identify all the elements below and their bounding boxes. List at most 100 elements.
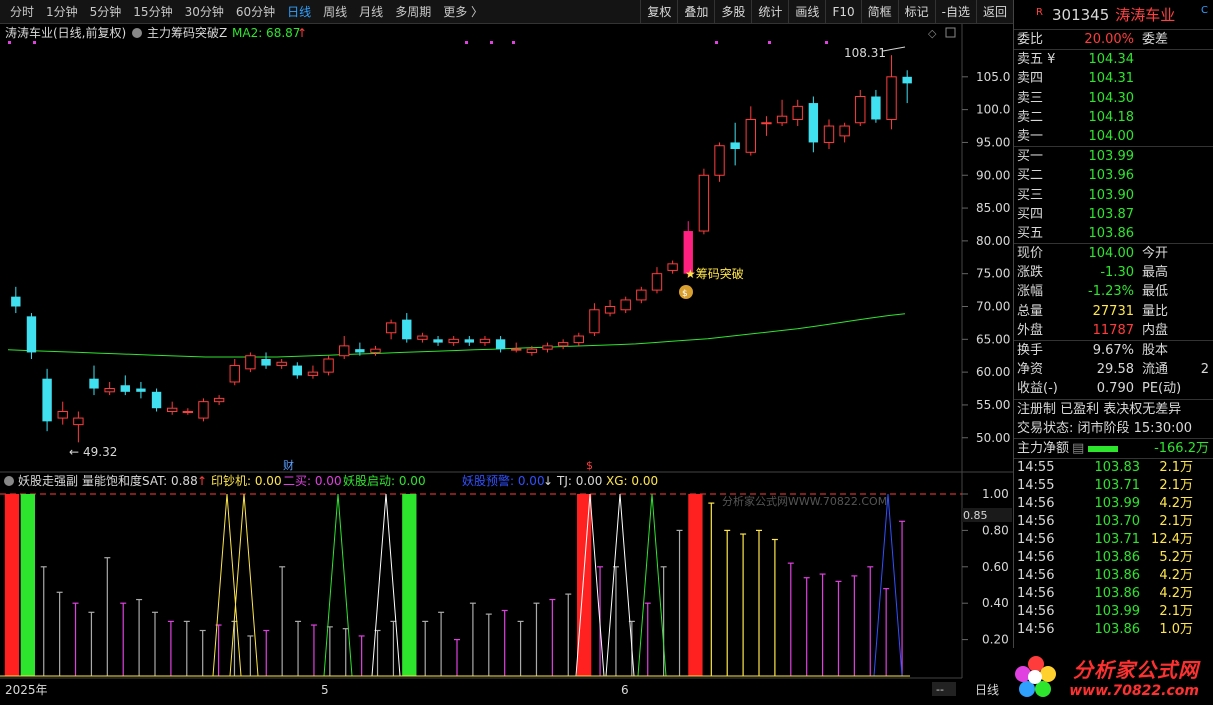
indicator-menu-icon[interactable] (132, 28, 142, 38)
current-value: 0.85 (963, 509, 988, 522)
flower-logo-icon (1015, 656, 1056, 697)
sell-row-2[interactable]: 卖三 104.30 (1014, 89, 1213, 108)
toolbar-button-1[interactable]: 叠加 (677, 0, 714, 23)
stat2-value-2: 2 (1200, 362, 1209, 378)
sell-label: 卖二 (1017, 109, 1044, 125)
period-tab-0[interactable]: 分时 (4, 0, 40, 24)
trade-status: 交易状态: 闭市阶段 15:30:00 (1017, 420, 1193, 436)
toolbar-button-0[interactable]: 复权 (640, 0, 677, 23)
period-tab-10[interactable]: 更多 〉 (437, 0, 489, 24)
period-tab-8[interactable]: 月线 (353, 0, 389, 24)
sub-indicator-menu-icon[interactable] (4, 476, 14, 486)
trade-volume: 4.2万 (1159, 586, 1193, 602)
low-arrow-icon: ← (69, 445, 79, 459)
candle (339, 336, 350, 359)
sub-y-label-1: 0.80 (982, 523, 1009, 537)
diamond-icon[interactable]: ◇ (928, 27, 937, 40)
candle (292, 362, 302, 379)
period-tab-4[interactable]: 30分钟 (179, 0, 230, 24)
candle (886, 55, 897, 130)
stat2-value-2 (1181, 379, 1213, 398)
fin-marker[interactable]: 财 (283, 458, 294, 472)
y-label-7: 70.00 (976, 300, 1010, 314)
candle (839, 122, 850, 143)
buy-row-1[interactable]: 买二 103.96 (1014, 166, 1213, 185)
toolbar-button-6[interactable]: 简框 (860, 0, 898, 23)
sub-y-label-3: 0.40 (982, 596, 1009, 610)
chart-area[interactable]: 涛涛车业(日线,前复权) 主力筹码突破Z MA2: 68.87 ↑ 105.0 1… (0, 24, 1013, 705)
trade-list[interactable]: 14:55 103.83 2.1万 14:55 103.71 2.1万 14:56 103.9… (1014, 459, 1213, 639)
stat-label: 涨跌 (1017, 265, 1044, 281)
period-tab-6[interactable]: 日线 (281, 0, 317, 24)
y-label-4: 85.00 (976, 201, 1010, 215)
y-label-6: 75.00 (976, 267, 1010, 281)
sell-row-1[interactable]: 卖四 104.31 (1014, 69, 1213, 88)
trade-price: 103.86 (1094, 568, 1141, 584)
candle (902, 70, 912, 104)
candle (26, 313, 37, 359)
period-tab-5[interactable]: 60分钟 (230, 0, 281, 24)
toolbar-button-2[interactable]: 多股 (714, 0, 751, 23)
stat-value: -1.30 (1100, 265, 1134, 281)
stat2-label: 净资 (1017, 362, 1044, 378)
toolbar-button-7[interactable]: 标记 (897, 0, 935, 23)
sub-y-label-0: 1.00 (982, 487, 1009, 501)
main-y-axis: 105.0 100.0 95.00 90.00 85.00 80.00 75.00 70.00… (962, 70, 1010, 445)
sell-row-3[interactable]: 卖二 104.18 (1014, 108, 1213, 127)
signal-dot (715, 41, 718, 44)
toolbar-button-4[interactable]: 画线 (788, 0, 825, 23)
candle (213, 395, 225, 405)
webi-label: 委比 (1017, 32, 1044, 47)
buy-row-0[interactable]: 买一 103.99 (1014, 147, 1213, 166)
trade-volume: 12.4万 (1151, 532, 1193, 548)
window-toggle-icon[interactable] (945, 27, 956, 38)
candle (855, 89, 866, 127)
stat2-label-2: 流通 (1142, 362, 1169, 378)
candle (370, 345, 381, 356)
period-tab-2[interactable]: 5分钟 (84, 0, 128, 24)
stock-code: 301345 (1052, 5, 1110, 24)
stat-row-2: 涨幅 -1.23% 最低 (1014, 282, 1213, 301)
candle (120, 375, 130, 396)
kline-chart-svg[interactable]: 涛涛车业(日线,前复权) 主力筹码突破Z MA2: 68.87 ↑ 105.01… (0, 24, 1013, 705)
buy-row-2[interactable]: 买三 103.90 (1014, 186, 1213, 205)
zhuli-table-icon[interactable]: ▤ (1072, 439, 1086, 458)
candle (542, 342, 553, 353)
candle (808, 96, 819, 153)
signal-dot (33, 41, 36, 44)
candle (307, 365, 319, 379)
sub-signal-bar (402, 494, 417, 676)
candle (182, 408, 194, 415)
buy-price: 103.87 (1088, 206, 1135, 222)
buy-row-3[interactable]: 买四 103.87 (1014, 205, 1213, 224)
trade-price: 103.86 (1094, 586, 1141, 602)
stat-value-2 (1168, 302, 1213, 321)
toolbar-button-8[interactable]: -自选 (934, 0, 976, 23)
signal-label: ★筹码突破 (685, 266, 744, 281)
period-tab-7[interactable]: 周线 (317, 0, 353, 24)
buy-row-4[interactable]: 买五 103.86 (1014, 224, 1213, 243)
sub-sat: 量能饱和度SAT: 0.88 (82, 473, 198, 488)
stat-value: 11787 (1092, 322, 1134, 338)
x-axis-zoom-label: -- (936, 683, 944, 696)
toolbar-button-5[interactable]: F10 (825, 0, 860, 23)
ma-label: MA2: 68.87 (232, 26, 300, 40)
watermark-logo: 分析家公式网 www.70822.com (1005, 648, 1213, 705)
sell-row-0[interactable]: 卖五 ¥ 104.34 (1014, 50, 1213, 69)
sub-signal-bar (577, 494, 592, 676)
y-label-9: 60.00 (976, 365, 1010, 379)
stat-label-2: 最高 (1142, 265, 1169, 281)
signal-dot (768, 41, 771, 44)
toolbar-button-9[interactable]: 返回 (975, 0, 1013, 23)
period-tab-9[interactable]: 多周期 (389, 0, 437, 24)
stat2-value-2 (1168, 341, 1213, 360)
sell-row-4[interactable]: 卖一 104.00 (1014, 127, 1213, 146)
period-tab-3[interactable]: 15分钟 (127, 0, 178, 24)
period-tab-1[interactable]: 1分钟 (40, 0, 84, 24)
candle (620, 296, 631, 314)
dollar-marker[interactable]: $ (586, 459, 593, 472)
toolbar-button-3[interactable]: 统计 (751, 0, 788, 23)
x-axis-period-button[interactable]: 日线 (975, 683, 999, 697)
stat-value: 104.00 (1088, 246, 1135, 262)
candle (730, 122, 740, 166)
